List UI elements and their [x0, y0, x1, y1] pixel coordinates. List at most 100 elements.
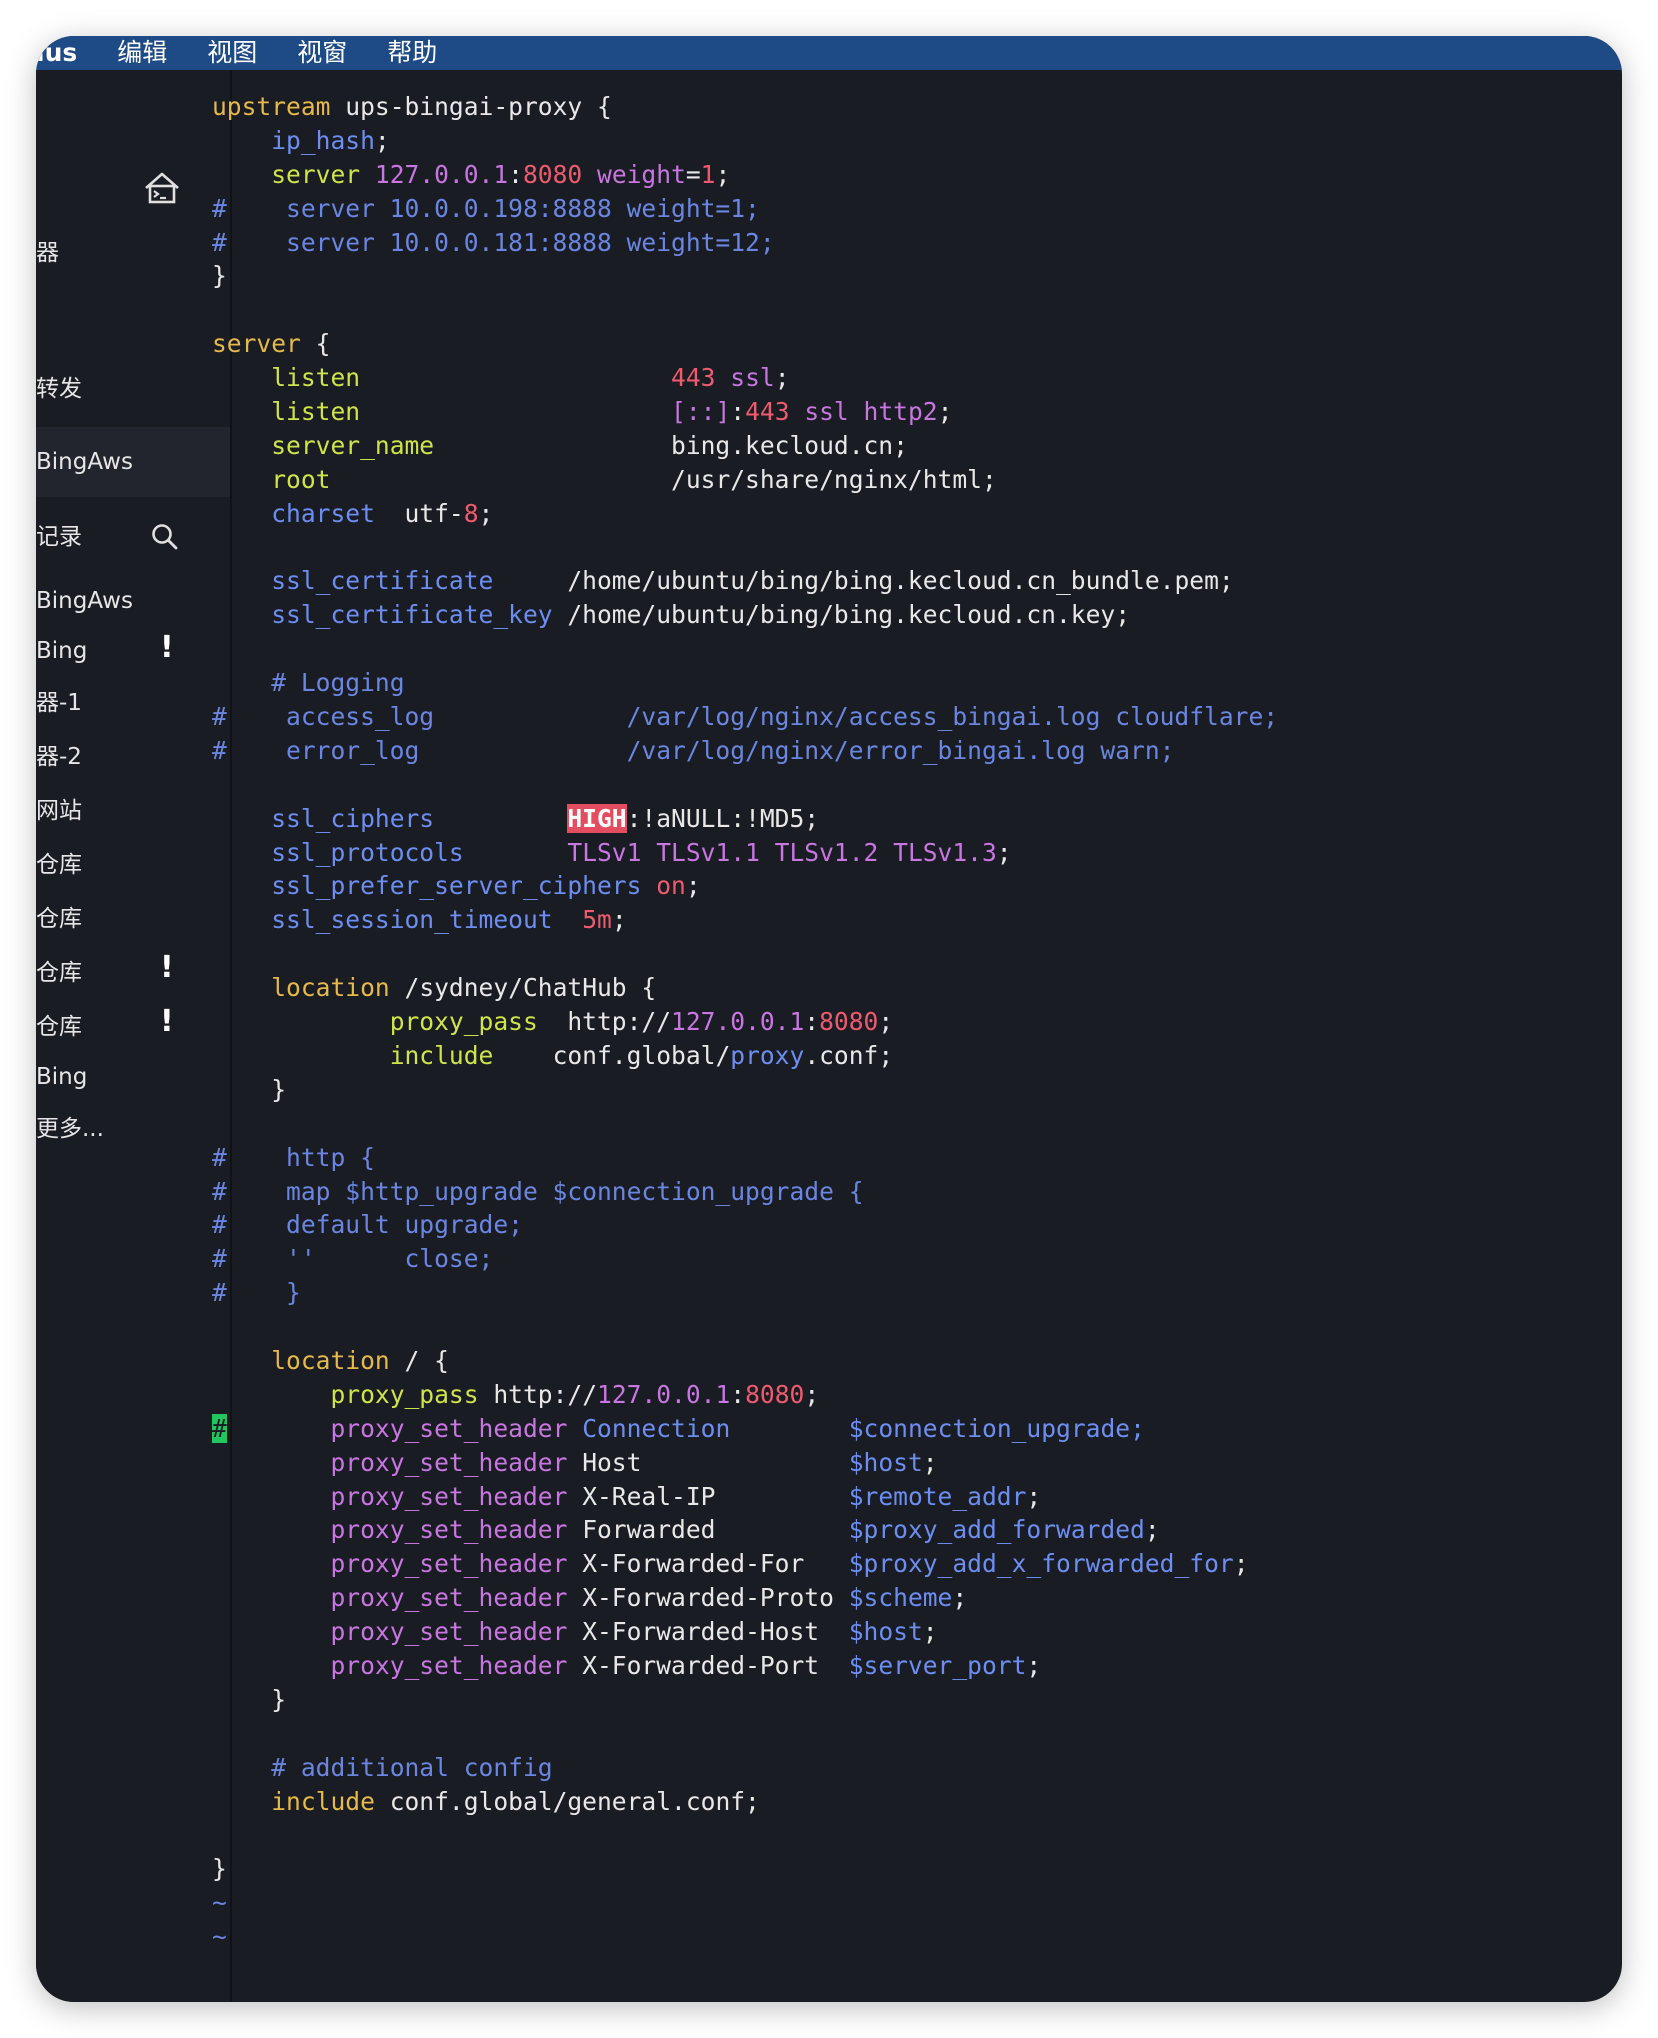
code-token: ;	[1233, 1549, 1249, 1579]
code-token: ssl_ciphers	[271, 803, 435, 833]
code-token: X-Forwarded-Host	[567, 1617, 849, 1647]
code-token: proxy_pass	[389, 1007, 538, 1037]
code-token: $connection_upgrade;	[848, 1413, 1145, 1443]
code-token: charset	[271, 498, 375, 528]
code-token: ;	[922, 1447, 938, 1477]
code-token: $host	[848, 1447, 923, 1477]
sidebar-item-label: 仓库	[36, 960, 82, 986]
code-token: :	[730, 1379, 746, 1409]
code-token: location	[271, 1345, 390, 1375]
code-token: 8	[463, 498, 479, 528]
code-token: ssl_session_timeout	[271, 905, 553, 935]
sidebar-item[interactable]: Bing	[36, 1060, 230, 1094]
code-token: ;	[685, 871, 701, 901]
code-token: }	[212, 261, 227, 291]
sidebar-item[interactable]: 仓库	[36, 956, 230, 990]
sidebar-item-label: 转发	[36, 376, 82, 402]
code-token: proxy_set_header	[330, 1447, 568, 1477]
code-line: ip_hash;	[212, 124, 1572, 158]
code-token: http2	[863, 397, 938, 427]
code-line: ssl_protocols TLSv1 TLSv1.1 TLSv1.2 TLSv…	[212, 836, 1572, 870]
sidebar-item[interactable]: 网站	[36, 794, 230, 828]
code-token: /home/ubuntu/bing/bing.kecloud.cn.key;	[552, 600, 1131, 630]
code-token: ;	[774, 363, 790, 393]
menu-edit[interactable]: 编辑	[117, 36, 167, 70]
code-token: X-Forwarded-Port	[567, 1650, 849, 1680]
sidebar-item[interactable]: 仓库	[36, 848, 230, 882]
sidebar-item[interactable]: 器	[36, 236, 230, 270]
code-token: #	[212, 1413, 227, 1443]
code-token: [::]	[671, 397, 731, 427]
sidebar-item[interactable]: Bing	[36, 634, 230, 668]
code-token: # default upgrade;	[212, 1210, 523, 1240]
code-line: server {	[212, 327, 1572, 361]
code-token: proxy_set_header	[330, 1650, 568, 1680]
code-token: $proxy_add_x_forwarded_for	[848, 1549, 1234, 1579]
menu-help[interactable]: 帮助	[387, 36, 437, 70]
code-editor[interactable]: upstream ups-bingai-proxy { ip_hash; ser…	[212, 90, 1572, 1960]
code-token: server	[271, 159, 361, 189]
alert-icon: !	[160, 950, 174, 985]
menu-window[interactable]: 视窗	[297, 36, 347, 70]
code-token: :	[730, 397, 746, 427]
code-line: ssl_certificate_key /home/ubuntu/bing/bi…	[212, 598, 1572, 632]
code-line: ssl_session_timeout 5m;	[212, 903, 1572, 937]
code-token: ~	[212, 1888, 227, 1918]
code-line: proxy_set_header X-Forwarded-Proto $sche…	[212, 1581, 1572, 1615]
sidebar-item[interactable]: 器-2	[36, 740, 230, 774]
sidebar-item-label: 仓库	[36, 906, 82, 932]
sidebar-item[interactable]: 器-1	[36, 686, 230, 720]
code-token: ssl_prefer_server_ciphers	[271, 871, 642, 901]
code-line: include conf.global/general.conf;	[212, 1785, 1572, 1819]
menu-view[interactable]: 视图	[207, 36, 257, 70]
code-token: include	[271, 1786, 375, 1816]
code-token: HIGH	[567, 803, 627, 833]
sidebar-more[interactable]: 更多...	[36, 1112, 230, 1146]
code-token: /usr/share/nginx/html;	[330, 464, 997, 494]
menu-app-name[interactable]: lus	[36, 36, 77, 70]
code-token: proxy_set_header	[330, 1413, 568, 1443]
code-token: http://	[478, 1379, 598, 1409]
sidebar-item[interactable]: 仓库	[36, 1010, 230, 1044]
sidebar-item[interactable]: 仓库	[36, 902, 230, 936]
sidebar-item[interactable]: BingAws	[36, 584, 230, 618]
sidebar-item-label: 器	[36, 240, 59, 266]
sidebar-item-active[interactable]: BingAws	[36, 427, 230, 497]
sidebar-item[interactable]: 记录	[36, 520, 230, 554]
sidebar-item-label: 网站	[36, 798, 82, 824]
code-line: # access_log /var/log/nginx/access_binga…	[212, 700, 1572, 734]
code-token: ssl	[730, 363, 775, 393]
sidebar-item[interactable]: 转发	[36, 372, 230, 406]
code-token: ups-bingai-proxy {	[330, 92, 612, 121]
code-token: Forwarded	[567, 1515, 849, 1545]
code-token: /home/ubuntu/bing/bing.kecloud.cn_bundle…	[493, 566, 1234, 596]
code-line: proxy_set_header X-Forwarded-Host $host;	[212, 1615, 1572, 1649]
code-token: # '' close;	[212, 1244, 494, 1274]
code-token: ssl_protocols	[271, 837, 464, 867]
search-icon[interactable]	[150, 522, 180, 552]
host-sidebar: 器 转发 BingAws 记录 BingAws Bing ! 器-1 器-2 网…	[36, 70, 230, 2002]
code-line: # Logging	[212, 666, 1572, 700]
code-token: ;	[878, 1007, 894, 1037]
code-line: listen 443 ssl;	[212, 361, 1572, 395]
code-token: ;	[374, 125, 390, 155]
home-terminal-icon[interactable]	[142, 168, 182, 208]
code-token: ;	[922, 1617, 938, 1647]
code-line: proxy_pass http://127.0.0.1:8080;	[212, 1005, 1572, 1039]
code-token: TLSv1 TLSv1.1 TLSv1.2 TLSv1.3	[567, 837, 997, 867]
